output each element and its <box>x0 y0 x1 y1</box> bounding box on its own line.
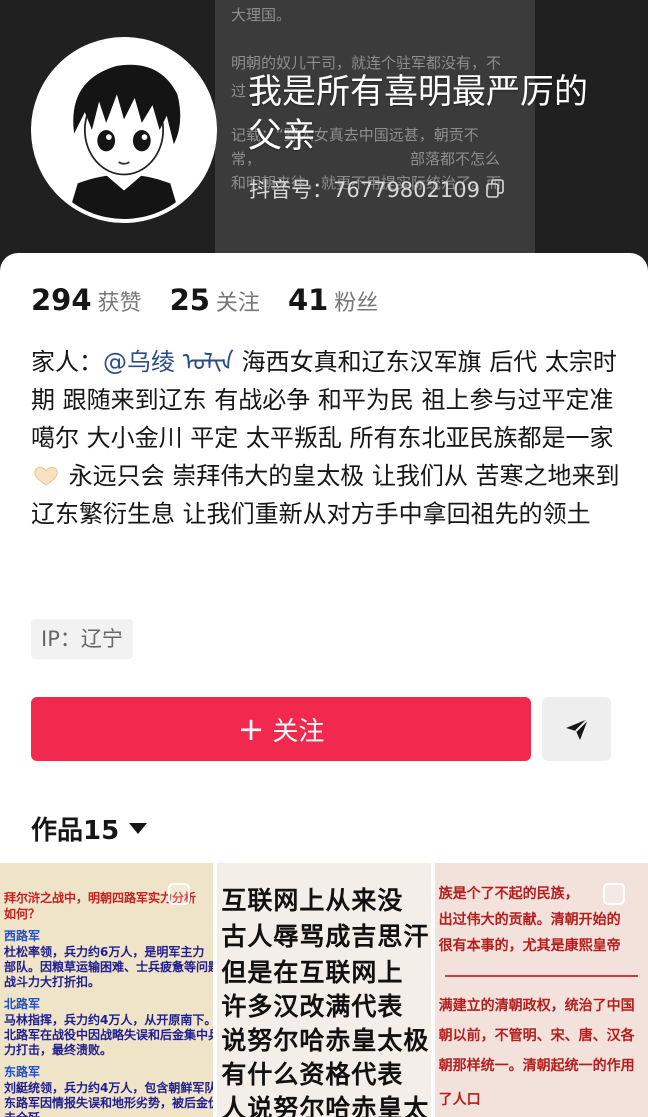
stat-label: 关注 <box>215 291 260 316</box>
thumb-text: 朝那样统一。清朝起统一的作用 <box>438 1058 635 1074</box>
bio-mention-link[interactable]: @乌绫 <box>103 348 183 376</box>
douyin-id-text: 抖音号：76779802109 <box>249 178 480 202</box>
thumb-text: 但是在互联网上 <box>221 958 404 987</box>
copy-icon[interactable] <box>486 179 504 199</box>
stat-likes[interactable]: 294 获赞 <box>31 283 142 317</box>
works-count: 15 <box>83 816 120 846</box>
share-button[interactable] <box>542 697 611 761</box>
stat-value: 25 <box>169 283 210 317</box>
ip-location-tag: IP：辽宁 <box>31 619 133 659</box>
anime-boy-avatar-icon <box>35 41 213 219</box>
video-thumbnail[interactable]: 族是个了不起的民族， 出过伟大的贡献。清朝开始的 很有本事的，尤其是康熙皇帝 满… <box>434 863 648 1117</box>
send-icon <box>565 718 589 740</box>
profile-username: 我是所有喜明最严厉的父亲 <box>248 72 588 156</box>
thumb-text: 北路军 <box>4 997 41 1011</box>
thumb-text: 互联网上从来没 <box>221 886 404 915</box>
thumb-text: 说努尔哈赤皇太极 <box>221 1026 430 1055</box>
bg-text-line: 大理国。 <box>231 6 292 24</box>
bg-text-line: 明朝的奴儿干司，就连个驻军都没有，不 <box>231 54 502 72</box>
stat-following[interactable]: 25 关注 <box>170 283 260 317</box>
stat-label: 获赞 <box>97 291 142 316</box>
thumb-text: 朝以前，不管明、宋、唐、汉各 <box>438 1028 635 1044</box>
thumb-text: 族是个了不起的民族， <box>438 886 579 902</box>
thumb-text: 了人口 <box>438 1092 481 1108</box>
thumb-text: 西路军 <box>4 929 41 943</box>
divider <box>444 975 638 977</box>
stat-followers[interactable]: 41 粉丝 <box>288 283 378 317</box>
douyin-id[interactable]: 抖音号：76779802109 <box>249 174 504 204</box>
thumb-text: 战斗力大打折扣。 <box>4 975 101 989</box>
thumb-text: 击全歼。 <box>4 1109 52 1117</box>
thumb-text: 人说努尔哈赤皇太 <box>221 1094 430 1117</box>
follow-button-label: 关注 <box>272 716 325 747</box>
profile-header: 大理国。 明朝的奴儿干司，就连个驻军都没有，不 过 记载：“野人女真去中国远甚，… <box>0 0 648 290</box>
thumb-text: 力打击，最终溃败。 <box>4 1043 113 1057</box>
bio-text: 永远只会 崇拜伟大的皇太极 让我们从 苦寒之地来到辽东繁衍生息 让我们重新从对方… <box>31 462 620 528</box>
thumb-text: 许多汉改满代表 <box>221 992 404 1021</box>
plus-icon: + <box>237 710 265 748</box>
select-checkbox[interactable] <box>168 883 190 905</box>
thumb-text: 出过伟大的贡献。清朝开始的 <box>438 912 621 928</box>
stat-value: 41 <box>287 283 329 317</box>
bio-prefix: 家人： <box>31 348 103 376</box>
thumb-text: 很有本事的，尤其是康熙皇帝 <box>438 938 621 954</box>
video-thumbnail[interactable]: 互联网上从来没 古人辱骂成吉思汗 但是在互联网上 许多汉改满代表 说努尔哈赤皇太… <box>217 863 431 1117</box>
bio-mention-script[interactable]: ᠤᠯᠢᠨ <box>183 348 234 376</box>
thumb-text: 东路军 <box>4 1065 41 1079</box>
thumb-text: 有什么资格代表 <box>221 1060 404 1089</box>
avatar[interactable] <box>31 37 217 223</box>
works-label: 作品 <box>31 816 84 846</box>
select-checkbox[interactable] <box>602 883 625 905</box>
thumb-text: 如何？ <box>4 907 41 921</box>
thumb-text: 满建立的清朝政权，统治了中国 <box>438 998 635 1014</box>
works-tab[interactable]: 作品15 <box>31 810 148 847</box>
bg-text-line: 过 <box>231 82 247 100</box>
profile-stats: 294 获赞 25 关注 41 粉丝 <box>31 283 406 317</box>
stat-label: 粉丝 <box>334 291 379 316</box>
follow-button[interactable]: + 关注 <box>31 697 531 761</box>
profile-bio: 家人：@乌绫 ᠤᠯᠢᠨ 海西女真和辽东汉军旗 后代 太宗时期 跟随来到辽东 有战… <box>31 343 621 533</box>
video-thumbnail[interactable]: 拜尔浒之战中，明朝四路军实力分析 如何？ 西路军 杜松率领，兵力约6万人，是明军… <box>0 863 214 1117</box>
heart-hands-icon <box>34 466 58 486</box>
stat-value: 294 <box>31 283 92 317</box>
caret-down-icon <box>129 823 148 834</box>
profile-card: 294 获赞 25 关注 41 粉丝 家人：@乌绫 ᠤᠯᠢᠨ 海西女真和辽东汉军… <box>0 253 648 1117</box>
works-grid: 拜尔浒之战中，明朝四路军实力分析 如何？ 西路军 杜松率领，兵力约6万人，是明军… <box>0 863 648 1117</box>
thumb-text: 古人辱骂成吉思汗 <box>221 922 430 951</box>
